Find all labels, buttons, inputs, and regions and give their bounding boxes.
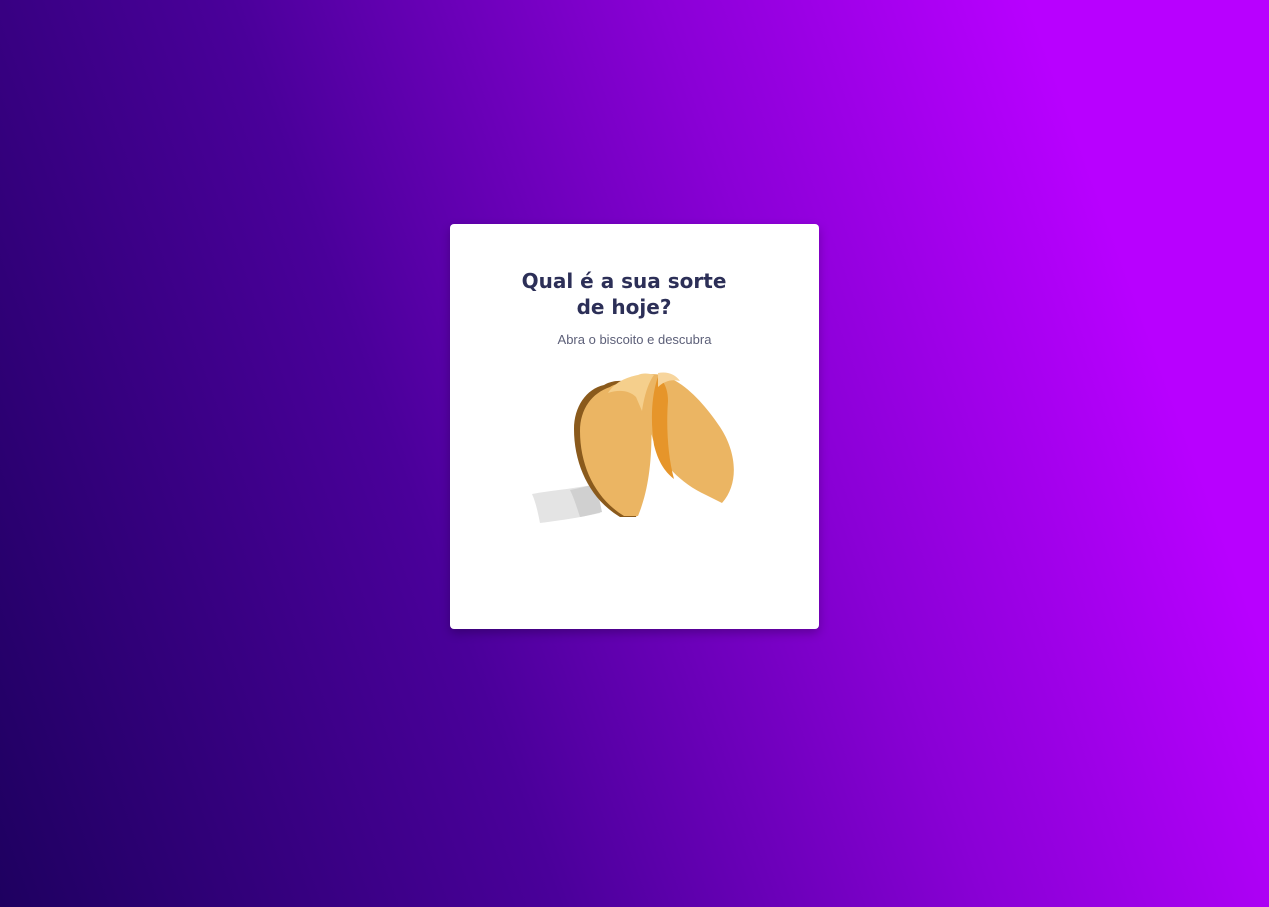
- fortune-card: Qual é a sua sorte de hoje? Abra o bisco…: [450, 224, 819, 629]
- title-line-2: de hoje?: [576, 295, 672, 319]
- fortune-cookie-icon: [532, 372, 734, 523]
- subtitle: Abra o biscoito e descubra: [557, 332, 712, 347]
- fortune-cookie-button[interactable]: [530, 367, 740, 529]
- title-line-1: Qual é a sua sorte: [521, 269, 727, 293]
- page-title: Qual é a sua sorte de hoje?: [450, 268, 798, 320]
